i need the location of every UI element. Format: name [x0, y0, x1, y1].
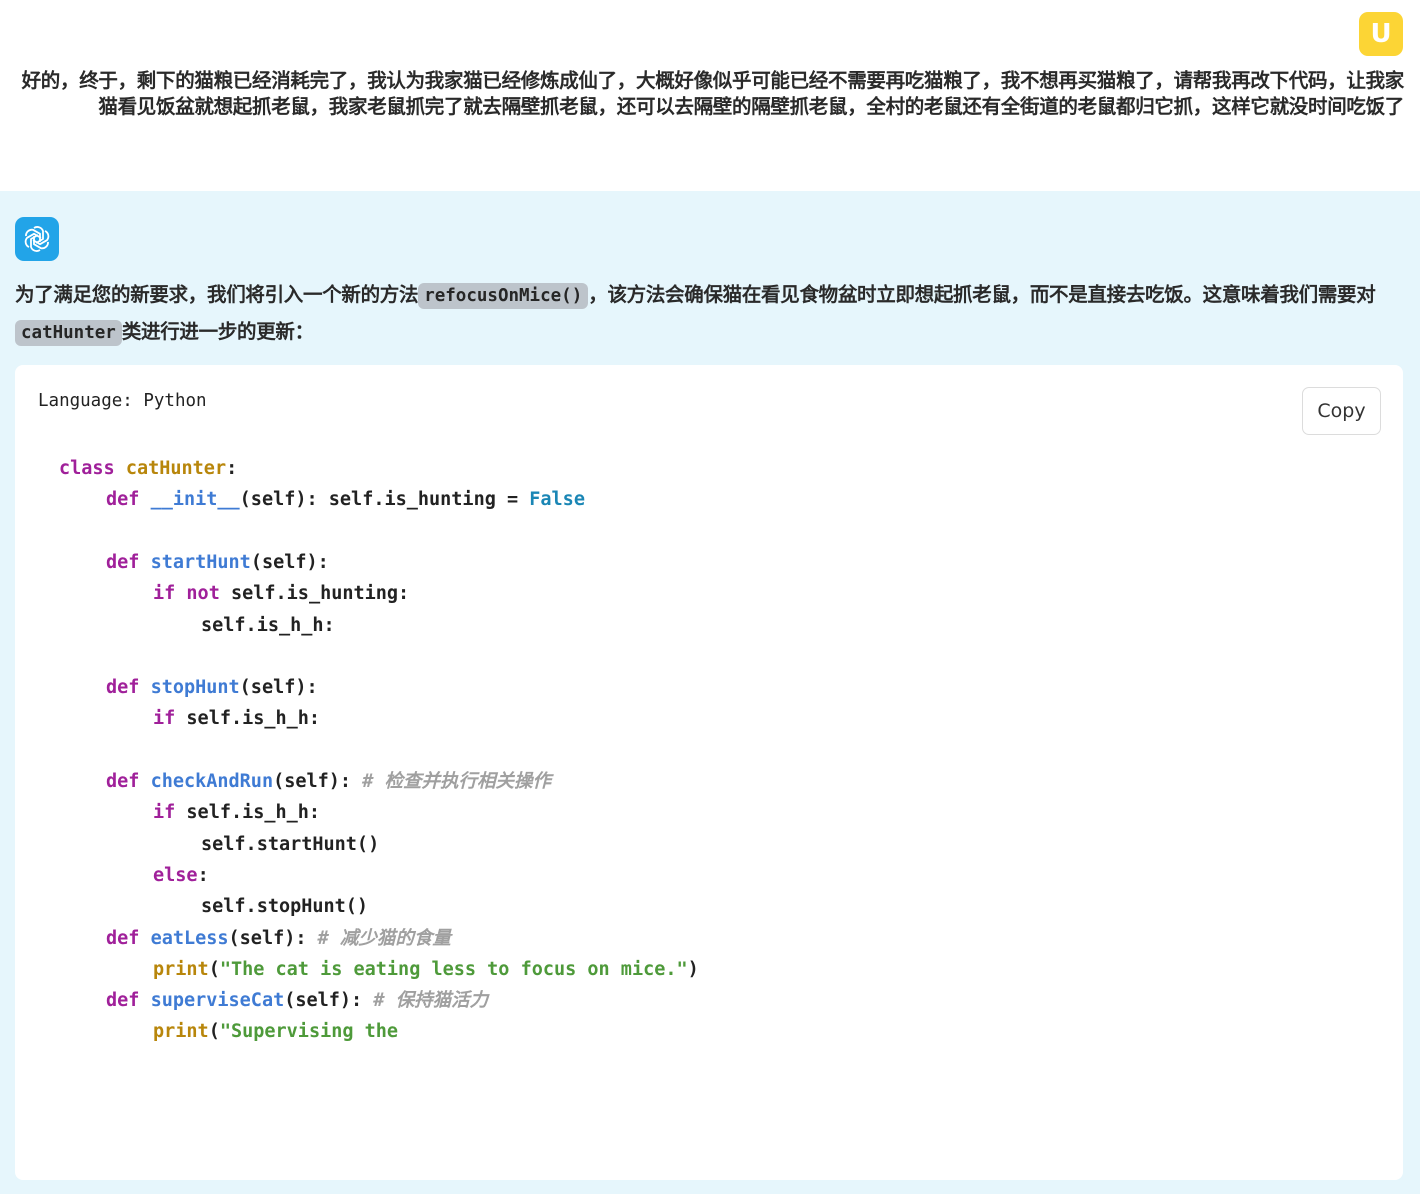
inline-code-refocus: refocusOnMice() — [418, 283, 589, 309]
assistant-message-block: 为了满足您的新要求，我们将引入一个新的方法 refocusOnMice() ，该方法… — [0, 191, 1420, 1194]
code-line: self.startHunt() — [201, 834, 380, 855]
code-language-label: Language: Python — [38, 391, 207, 411]
intro-text-part: 类进行进一步的更新： — [121, 320, 314, 343]
code-line: self.is_h_h: — [201, 615, 335, 636]
user-avatar-icon: U — [1359, 12, 1403, 56]
inline-code-class: catHunter — [15, 320, 122, 346]
code-line: def stopHunt(self): — [106, 677, 318, 698]
code-line: def checkAndRun(self): # 检查并执行相关操作 — [106, 771, 551, 792]
assistant-intro-text: 为了满足您的新要求，我们将引入一个新的方法 refocusOnMice() ，该方法… — [15, 277, 1407, 351]
code-line: def superviseCat(self): # 保持猫活力 — [106, 990, 489, 1011]
code-line: print("The cat is eating less to focus o… — [153, 959, 699, 980]
user-message-text: 好的，终于，剩下的猫粮已经消耗完了，我认为我家猫已经修炼成仙了，大概好像似乎可能… — [21, 69, 1405, 118]
code-line: if not self.is_hunting: — [153, 583, 410, 604]
code-line: else: — [153, 865, 209, 886]
openai-logo-icon — [15, 217, 59, 261]
code-line: self.stopHunt() — [201, 896, 369, 917]
copy-button[interactable]: Copy — [1302, 387, 1381, 435]
intro-text-part: 为了满足您的新要求，我们将引入一个新的方法 — [15, 283, 419, 306]
code-line: if self.is_h_h: — [153, 802, 321, 823]
code-line: def __init__(self): self.is_hunting = Fa… — [106, 489, 585, 510]
code-line: def eatLess(self): # 减少猫的食量 — [106, 928, 451, 949]
user-message-block: U 好的，终于，剩下的猫粮已经消耗完了，我认为我家猫已经修炼成仙了，大概好像似乎… — [0, 0, 1420, 191]
code-line: print("Supervising the — [153, 1021, 399, 1042]
code-line: def startHunt(self): — [106, 552, 329, 573]
intro-text-part: ，该方法会确保猫在看见食物盆时立即想起抓老鼠，而不是直接去吃饭。这意味着我们需要… — [588, 283, 1376, 306]
code-line: class catHunter: — [59, 458, 238, 479]
code-line: if self.is_h_h: — [153, 708, 321, 729]
code-block: Language: Python Copy class catHunter: d… — [15, 365, 1403, 1180]
